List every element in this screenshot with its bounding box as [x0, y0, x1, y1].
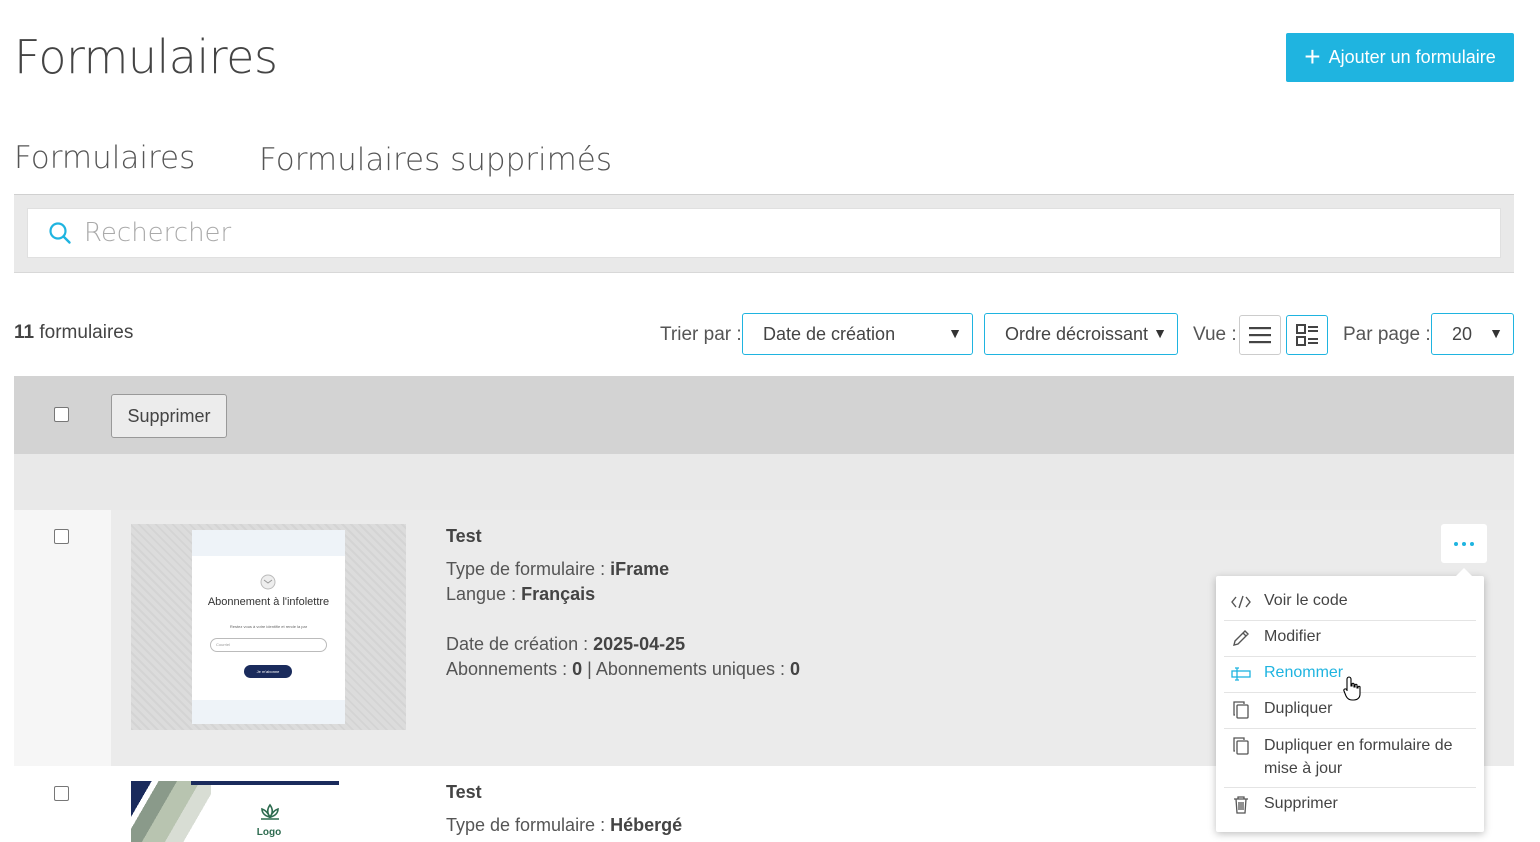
- select-all-checkbox[interactable]: [54, 407, 69, 422]
- form-subscriptions: Abonnements : 0 | Abonnements uniques : …: [446, 659, 800, 679]
- thumbnail-header: [192, 530, 345, 556]
- caret-down-icon: ▼: [1489, 325, 1503, 341]
- view-label: Vue :: [1193, 324, 1237, 345]
- per-page-select[interactable]: 20 ▼: [1431, 313, 1514, 355]
- hand-cursor-icon: [1343, 676, 1361, 701]
- search-input[interactable]: [84, 218, 1384, 248]
- duplicate-icon: [1230, 700, 1252, 720]
- form-info: Test Type de formulaire : iFrame Langue …: [446, 524, 800, 682]
- dot-icon: [1462, 541, 1466, 546]
- menu-item-duplicate[interactable]: Dupliquer: [1224, 700, 1476, 720]
- thumbnail-subtitle: Restez vous à votre identifie et rende l…: [229, 624, 308, 629]
- tab-bar: Formulaires Formulaires supprimés: [14, 130, 1514, 205]
- menu-item-delete[interactable]: Supprimer: [1224, 795, 1476, 815]
- sort-field-select[interactable]: Date de création ▼: [742, 313, 973, 355]
- form-type: Type de formulaire : iFrame: [446, 559, 670, 579]
- thumbnail-footer: [192, 700, 345, 724]
- thumbnail-title: Abonnement à l'infolettre: [207, 596, 330, 608]
- search-bar: [14, 195, 1514, 273]
- form-count-number: 11: [14, 322, 35, 343]
- form-info: Test Type de formulaire : Hébergé: [446, 780, 682, 838]
- envelope-icon: [260, 574, 276, 590]
- list-view-button[interactable]: [1239, 315, 1281, 355]
- rename-icon: [1230, 664, 1252, 684]
- search-icon: [49, 222, 71, 244]
- menu-divider: [1224, 787, 1476, 788]
- dot-icon: [1454, 541, 1458, 546]
- sort-label: Trier par :: [660, 324, 742, 345]
- form-count: 11 formulaires: [14, 322, 133, 344]
- per-page-value: 20: [1452, 323, 1473, 344]
- form-language: Langue : Français: [446, 584, 596, 604]
- grid-list-icon: [1296, 324, 1318, 346]
- menu-item-edit[interactable]: Modifier: [1224, 628, 1476, 648]
- page-title: Formulaires: [14, 30, 278, 84]
- lotus-logo-icon: [261, 803, 279, 820]
- menu-item-view-code[interactable]: Voir le code: [1224, 592, 1476, 612]
- row-checkbox[interactable]: [54, 529, 69, 544]
- form-created-date: Date de création : 2025-04-25: [446, 634, 686, 654]
- form-thumbnail[interactable]: Abonnement à l'infolettre Restez vous à …: [131, 524, 406, 730]
- row-checkbox[interactable]: [54, 786, 69, 801]
- menu-arrow: [1456, 568, 1472, 576]
- list-icon: [1249, 327, 1271, 344]
- per-page-label: Par page :: [1343, 324, 1431, 345]
- list-spacer: [14, 454, 1514, 510]
- form-title[interactable]: Test: [446, 780, 682, 805]
- thumbnail-photo: [131, 781, 211, 842]
- thumbnail-topbar: [191, 781, 339, 785]
- thumbnail-subscribe-button: Je m'abonne: [244, 665, 292, 678]
- caret-down-icon: ▼: [948, 325, 962, 341]
- bulk-delete-button[interactable]: Supprimer: [111, 394, 227, 438]
- form-count-label: formulaires: [39, 322, 134, 343]
- menu-divider: [1224, 728, 1476, 729]
- code-icon: [1230, 592, 1252, 612]
- duplicate-icon: [1230, 736, 1252, 756]
- form-actions-menu: Voir le code Modifier Renommer Dupliquer…: [1216, 568, 1484, 832]
- sort-order-value: Ordre décroissant: [1005, 323, 1149, 344]
- more-options-button[interactable]: [1441, 524, 1487, 563]
- thumbnail-email-field: Courriel: [210, 638, 327, 652]
- form-thumbnail[interactable]: Logo: [131, 781, 339, 842]
- grid-view-button[interactable]: [1286, 315, 1328, 355]
- bulk-action-bar: Supprimer: [14, 376, 1514, 454]
- row-checkbox-column: [14, 510, 111, 766]
- form-title[interactable]: Test: [446, 524, 800, 549]
- tab-deleted-forms[interactable]: Formulaires supprimés: [259, 142, 612, 178]
- sort-order-select[interactable]: Ordre décroissant ▼: [984, 313, 1178, 355]
- thumbnail-logo-text: Logo: [256, 827, 282, 838]
- pencil-icon: [1230, 628, 1252, 648]
- add-form-button-label: Ajouter un formulaire: [1328, 47, 1496, 67]
- menu-divider: [1224, 656, 1476, 657]
- search-box[interactable]: [27, 208, 1501, 258]
- sort-field-value: Date de création: [763, 323, 896, 344]
- thumbnail-form-card: Abonnement à l'infolettre Restez vous à …: [192, 530, 345, 724]
- trash-icon: [1230, 795, 1252, 815]
- form-type: Type de formulaire : Hébergé: [446, 815, 683, 835]
- menu-divider: [1224, 620, 1476, 621]
- dot-icon: [1470, 541, 1474, 546]
- caret-down-icon: ▼: [1153, 325, 1167, 341]
- menu-item-duplicate-update[interactable]: Dupliquer en formulaire de mise à jour: [1224, 736, 1476, 780]
- add-form-button[interactable]: + Ajouter un formulaire: [1286, 33, 1514, 82]
- plus-icon: +: [1304, 40, 1321, 72]
